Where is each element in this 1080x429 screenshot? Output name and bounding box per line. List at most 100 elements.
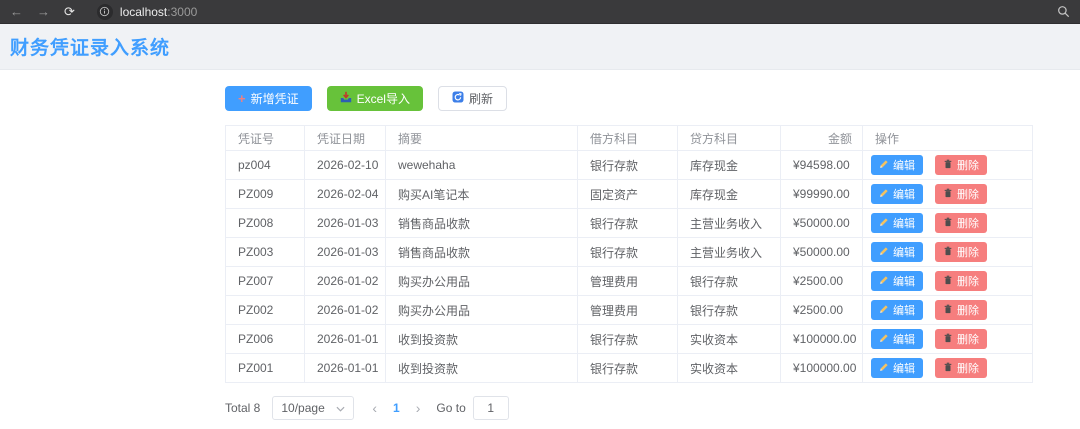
- actions-cell: 编辑 删除: [862, 353, 1033, 383]
- trash-icon: [943, 217, 953, 230]
- delete-button[interactable]: 删除: [935, 184, 987, 204]
- edit-button[interactable]: 编辑: [871, 300, 923, 320]
- actions-cell: 编辑 删除: [862, 266, 1033, 296]
- edit-label: 编辑: [893, 247, 915, 259]
- url-port: :3000: [167, 4, 198, 19]
- summary-cell: wewehaha: [385, 150, 578, 180]
- plus-icon: +: [238, 91, 246, 106]
- voucher-no-cell: PZ001: [225, 353, 305, 383]
- delete-button[interactable]: 删除: [935, 155, 987, 175]
- pencil-icon: [879, 362, 889, 375]
- column-date: 凭证日期: [304, 125, 386, 151]
- back-icon[interactable]: ←: [10, 5, 23, 18]
- amount-cell: ¥100000.00: [780, 324, 863, 354]
- pencil-icon: [879, 217, 889, 230]
- delete-label: 删除: [957, 334, 979, 346]
- edit-label: 编辑: [893, 334, 915, 346]
- summary-cell: 销售商品收款: [385, 208, 578, 238]
- add-voucher-label: 新增凭证: [250, 92, 299, 106]
- actions-cell: 编辑 删除: [862, 237, 1033, 267]
- add-voucher-button[interactable]: + 新增凭证: [225, 86, 312, 111]
- column-voucher-no: 凭证号: [225, 125, 305, 151]
- debit-cell: 管理费用: [577, 266, 678, 296]
- amount-cell: ¥94598.00: [780, 150, 863, 180]
- current-page[interactable]: 1: [393, 401, 400, 415]
- column-debit: 借方科目: [577, 125, 678, 151]
- date-cell: 2026-01-03: [304, 208, 386, 238]
- delete-label: 删除: [957, 189, 979, 201]
- table-row: PZ003 2026-01-03 销售商品收款 银行存款 主营业务收入 ¥500…: [225, 237, 1033, 267]
- delete-label: 删除: [957, 247, 979, 259]
- edit-button[interactable]: 编辑: [871, 271, 923, 291]
- delete-button[interactable]: 删除: [935, 213, 987, 233]
- voucher-no-cell: PZ008: [225, 208, 305, 238]
- chevron-down-icon: [336, 401, 345, 415]
- voucher-no-cell: PZ003: [225, 237, 305, 267]
- amount-cell: ¥2500.00: [780, 295, 863, 325]
- table-header-row: 凭证号 凭证日期 摘要 借方科目 贷方科目 金额 操作: [225, 125, 1033, 151]
- delete-button[interactable]: 删除: [935, 329, 987, 349]
- edit-button[interactable]: 编辑: [871, 184, 923, 204]
- pencil-icon: [879, 304, 889, 317]
- pager: ‹ 1 ›: [372, 401, 420, 415]
- debit-cell: 银行存款: [577, 150, 678, 180]
- delete-label: 删除: [957, 218, 979, 230]
- edit-button[interactable]: 编辑: [871, 213, 923, 233]
- url-text[interactable]: localhost:3000: [120, 5, 197, 19]
- credit-cell: 实收资本: [677, 353, 781, 383]
- trash-icon: [943, 362, 953, 375]
- credit-cell: 库存现金: [677, 150, 781, 180]
- forward-icon[interactable]: →: [37, 5, 50, 18]
- main-content: + 新增凭证 Excel导入 刷新 凭证号 凭证日期 摘要 借方科目 贷方科目 …: [225, 86, 1033, 420]
- debit-cell: 银行存款: [577, 353, 678, 383]
- excel-import-button[interactable]: Excel导入: [326, 86, 423, 111]
- inbox-import-icon: [340, 91, 352, 106]
- delete-label: 删除: [957, 363, 979, 375]
- toolbar: + 新增凭证 Excel导入 刷新: [225, 86, 1032, 111]
- address-bar[interactable]: localhost:3000: [96, 3, 197, 20]
- delete-button[interactable]: 删除: [935, 271, 987, 291]
- voucher-no-cell: PZ007: [225, 266, 305, 296]
- prev-page-icon[interactable]: ‹: [372, 401, 377, 415]
- edit-button[interactable]: 编辑: [871, 358, 923, 378]
- magnifier-icon[interactable]: [1057, 5, 1070, 18]
- page-size-value: 10/page: [281, 401, 325, 415]
- delete-button[interactable]: 删除: [935, 358, 987, 378]
- next-page-icon[interactable]: ›: [416, 401, 421, 415]
- trash-icon: [943, 333, 953, 346]
- goto-page-input[interactable]: [472, 396, 509, 420]
- pencil-icon: [879, 333, 889, 346]
- debit-cell: 银行存款: [577, 237, 678, 267]
- reload-icon[interactable]: ⟳: [64, 5, 75, 18]
- voucher-no-cell: pz004: [225, 150, 305, 180]
- delete-button[interactable]: 删除: [935, 300, 987, 320]
- delete-button[interactable]: 删除: [935, 242, 987, 262]
- trash-icon: [943, 188, 953, 201]
- summary-cell: 收到投资款: [385, 353, 578, 383]
- amount-cell: ¥100000.00: [780, 353, 863, 383]
- site-info-icon[interactable]: [96, 3, 113, 20]
- summary-cell: 购买办公用品: [385, 266, 578, 296]
- summary-cell: 销售商品收款: [385, 237, 578, 267]
- date-cell: 2026-01-01: [304, 353, 386, 383]
- edit-label: 编辑: [893, 189, 915, 201]
- url-host: localhost: [119, 4, 168, 19]
- delete-label: 删除: [957, 276, 979, 288]
- debit-cell: 银行存款: [577, 208, 678, 238]
- refresh-button[interactable]: 刷新: [437, 86, 507, 111]
- refresh-icon: [452, 91, 464, 106]
- amount-cell: ¥99990.00: [780, 179, 863, 209]
- voucher-table: 凭证号 凭证日期 摘要 借方科目 贷方科目 金额 操作 pz004 2026-0…: [225, 125, 1033, 383]
- edit-button[interactable]: 编辑: [871, 242, 923, 262]
- debit-cell: 固定资产: [577, 179, 678, 209]
- page-size-select[interactable]: 10/page: [272, 396, 355, 420]
- delete-label: 删除: [957, 305, 979, 317]
- voucher-table-body: pz004 2026-02-10 wewehaha 银行存款 库存现金 ¥945…: [225, 150, 1033, 383]
- table-row: PZ009 2026-02-04 购买AI笔记本 固定资产 库存现金 ¥9999…: [225, 179, 1033, 209]
- trash-icon: [943, 304, 953, 317]
- edit-label: 编辑: [893, 363, 915, 375]
- voucher-no-cell: PZ002: [225, 295, 305, 325]
- edit-button[interactable]: 编辑: [871, 155, 923, 175]
- amount-cell: ¥50000.00: [780, 237, 863, 267]
- edit-button[interactable]: 编辑: [871, 329, 923, 349]
